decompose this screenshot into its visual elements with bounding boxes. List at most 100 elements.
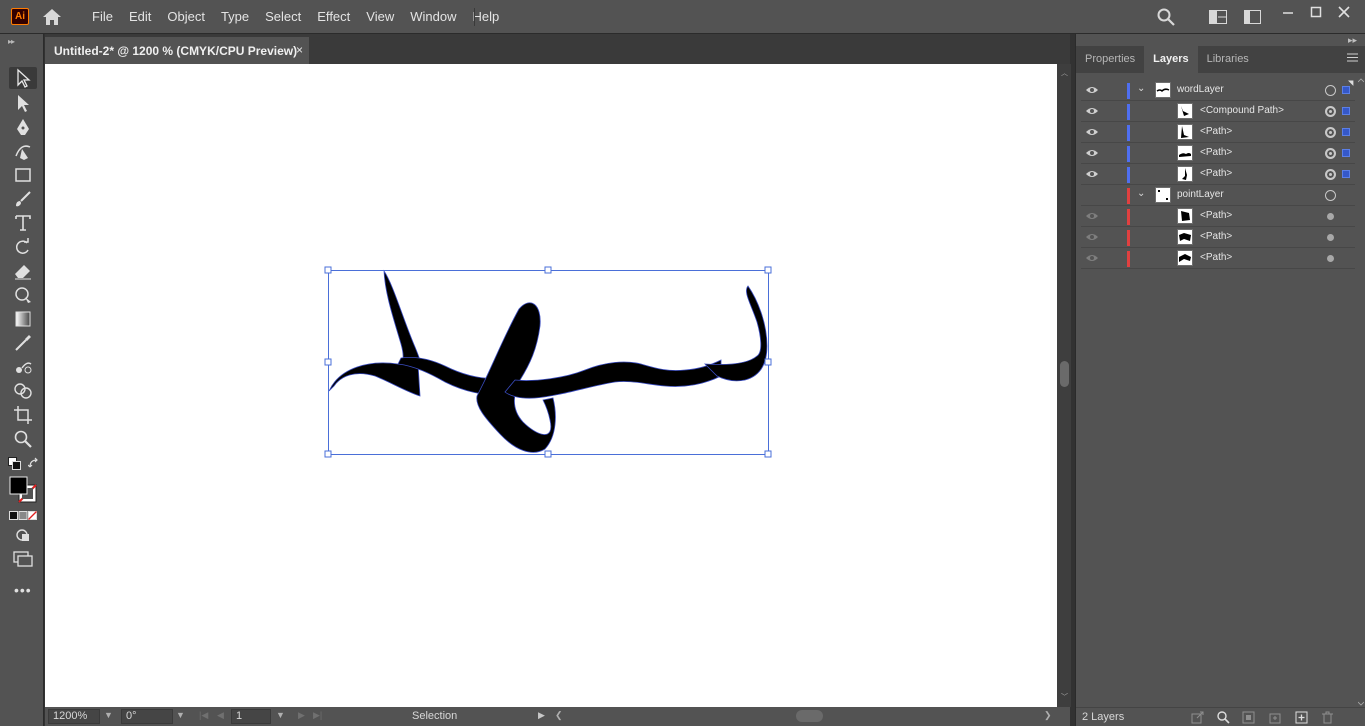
expand-chevron-icon[interactable]: ⌄ (1137, 83, 1145, 94)
document-tab[interactable]: Untitled-2* @ 1200 % (CMYK/CPU Preview) … (45, 37, 309, 64)
menu-object[interactable]: Object (159, 0, 213, 34)
menu-edit[interactable]: Edit (121, 0, 159, 34)
handle-middle-right[interactable] (764, 358, 772, 366)
target-circle-icon[interactable] (1327, 234, 1334, 241)
warp-tool[interactable] (9, 284, 37, 306)
panel-menu-icon[interactable] (1347, 53, 1358, 62)
artboard-canvas[interactable] (45, 64, 1057, 707)
shape-builder-tool[interactable] (9, 380, 37, 402)
layer-row[interactable]: <Path> (1081, 206, 1355, 227)
selection-indicator[interactable] (1342, 170, 1350, 178)
close-tab-icon[interactable]: × (296, 43, 303, 57)
workspace-switcher-icon[interactable] (1244, 10, 1261, 24)
locate-object-icon[interactable] (1217, 711, 1230, 724)
toolbar-collapse-icon[interactable]: ▸▸ (8, 37, 15, 46)
target-circle-icon[interactable] (1327, 255, 1334, 262)
menu-view[interactable]: View (358, 0, 402, 34)
zoom-dropdown-icon[interactable]: ▼ (104, 710, 113, 720)
target-circle-icon[interactable] (1327, 213, 1334, 220)
layer-row[interactable]: <Path> (1081, 227, 1355, 248)
direct-selection-tool[interactable] (9, 92, 37, 114)
handle-middle-left[interactable] (324, 358, 332, 366)
layer-row[interactable]: ⌄ pointLayer (1081, 185, 1355, 206)
menu-window[interactable]: Window (402, 0, 464, 34)
target-circle-icon[interactable] (1325, 127, 1336, 138)
zoom-field[interactable]: 1200% (48, 709, 100, 724)
home-icon[interactable] (42, 7, 62, 27)
selection-indicator[interactable] (1342, 149, 1350, 157)
selection-indicator[interactable] (1342, 86, 1350, 94)
selection-indicator[interactable] (1342, 128, 1350, 136)
rotate-tool[interactable] (9, 236, 37, 258)
type-tool[interactable] (9, 212, 37, 234)
handle-top-left[interactable] (324, 266, 332, 274)
artboard-number-field[interactable]: 1 (231, 709, 271, 724)
target-circle-icon[interactable] (1325, 85, 1336, 96)
layer-name[interactable]: <Path> (1200, 231, 1232, 242)
layer-row[interactable]: <Path> (1081, 248, 1355, 269)
swap-colors-icon[interactable] (28, 457, 41, 470)
menu-help[interactable]: Help (464, 0, 507, 34)
vertical-scroll-thumb[interactable] (1060, 361, 1069, 387)
visibility-eye-icon[interactable] (1086, 106, 1098, 116)
curvature-tool[interactable] (9, 140, 37, 162)
visibility-eye-icon[interactable] (1086, 148, 1098, 158)
handle-bottom-right[interactable] (764, 450, 772, 458)
handle-bottom-middle[interactable] (544, 450, 552, 458)
create-new-layer-icon[interactable] (1295, 711, 1308, 724)
tab-libraries[interactable]: Libraries (1198, 46, 1258, 73)
fill-stroke-swatch[interactable] (9, 476, 39, 504)
eyedropper-tool[interactable] (9, 332, 37, 354)
scroll-right-icon[interactable]: ❯ (1044, 710, 1052, 721)
layer-name[interactable]: <Path> (1200, 168, 1232, 179)
layer-name[interactable]: pointLayer (1177, 189, 1224, 200)
zoom-tool[interactable] (9, 428, 37, 450)
tab-properties[interactable]: Properties (1076, 46, 1144, 73)
layer-name[interactable]: <Path> (1200, 252, 1232, 263)
visibility-eye-icon[interactable] (1086, 127, 1098, 137)
eraser-tool[interactable] (9, 260, 37, 282)
scroll-up-icon[interactable]: ︿ (1061, 68, 1068, 78)
layer-row[interactable]: <Compound Path> (1081, 101, 1355, 122)
target-circle-icon[interactable] (1325, 148, 1336, 159)
first-artboard-icon[interactable]: |◀ (199, 710, 208, 721)
artwork-layer[interactable] (45, 64, 1057, 707)
calligraphy-word[interactable] (328, 269, 768, 453)
menu-file[interactable]: File (84, 0, 121, 34)
layers-scrollbar[interactable] (1358, 78, 1364, 706)
layer-name[interactable]: <Path> (1200, 210, 1232, 221)
selection-tool[interactable] (9, 67, 37, 89)
more-tools-icon[interactable]: ••• (14, 582, 32, 598)
delete-layer-icon[interactable] (1321, 711, 1334, 724)
menu-select[interactable]: Select (257, 0, 309, 34)
color-mode-icons[interactable] (9, 511, 37, 521)
menu-type[interactable]: Type (213, 0, 257, 34)
horizontal-scroll-thumb[interactable] (796, 710, 823, 722)
rotation-field[interactable]: 0° (121, 709, 173, 724)
target-circle-icon[interactable] (1325, 106, 1336, 117)
visibility-eye-icon[interactable] (1086, 85, 1098, 95)
artboard-dropdown-icon[interactable]: ▼ (276, 710, 285, 720)
export-icon[interactable] (1191, 711, 1204, 724)
target-circle-icon[interactable] (1325, 190, 1336, 201)
rectangle-tool[interactable] (9, 164, 37, 186)
visibility-eye-icon[interactable] (1086, 232, 1098, 242)
artboard-tool[interactable] (9, 404, 37, 426)
paintbrush-tool[interactable] (9, 188, 37, 210)
create-sublayer-icon[interactable] (1269, 711, 1282, 724)
close-window-icon[interactable] (1332, 4, 1356, 22)
search-icon[interactable] (1157, 8, 1175, 26)
layer-name[interactable]: <Path> (1200, 147, 1232, 158)
selection-indicator[interactable] (1342, 107, 1350, 115)
previous-artboard-icon[interactable]: ◀ (217, 710, 224, 721)
draw-mode-icon[interactable] (15, 528, 31, 542)
next-artboard-icon[interactable]: ▶ (298, 710, 305, 721)
handle-top-middle[interactable] (544, 266, 552, 274)
blend-tool[interactable] (9, 356, 37, 378)
default-colors-icon[interactable] (8, 457, 21, 470)
canvas-vertical-scrollbar[interactable]: ︿ ﹀ (1057, 64, 1071, 707)
layer-name[interactable]: wordLayer (1177, 84, 1224, 95)
layer-row[interactable]: ⌄ wordLayer ◥ (1081, 80, 1355, 101)
gradient-tool[interactable] (9, 308, 37, 330)
visibility-eye-icon[interactable] (1086, 211, 1098, 221)
